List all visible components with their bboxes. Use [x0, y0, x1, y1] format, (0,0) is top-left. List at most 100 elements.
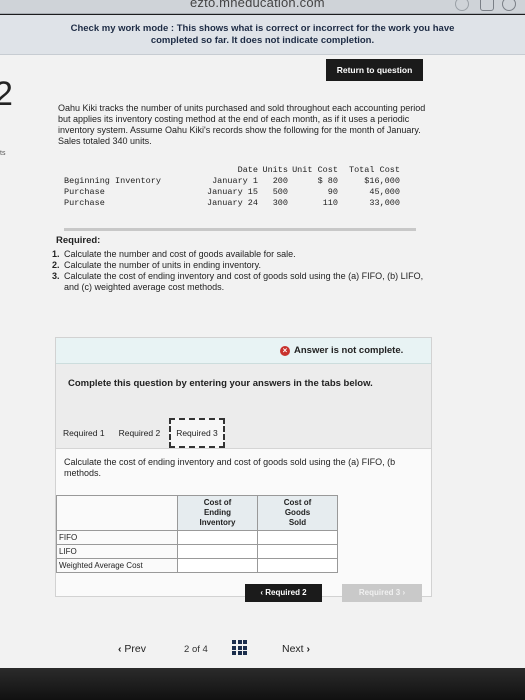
- previous-required-label: Required 2: [265, 588, 307, 597]
- banner-line-1: Check my work mode : This shows what is …: [70, 23, 455, 34]
- fifo-ending-inventory-input[interactable]: [177, 530, 258, 545]
- header-line: Cost of: [203, 498, 232, 507]
- item-text: Calculate the number of units in ending …: [64, 260, 261, 270]
- inventory-data-table: Date Units Unit Cost Total Cost Beginnin…: [64, 165, 414, 209]
- weighted-ending-inventory-input[interactable]: [177, 558, 258, 573]
- tab-required-1[interactable]: Required 1: [58, 420, 110, 446]
- problem-text: Oahu Kiki tracks the number of units pur…: [58, 103, 426, 146]
- device-bezel: [0, 668, 525, 700]
- page-current: 2: [184, 644, 190, 655]
- cost-table-header: Cost of Ending Inventory Cost of Goods S…: [56, 495, 338, 531]
- chevron-left-icon: ‹: [118, 643, 122, 655]
- header-cell: [64, 165, 192, 176]
- chevron-right-icon: ›: [306, 643, 311, 655]
- header-unit-cost: Unit Cost: [292, 165, 338, 175]
- item-number: 1.: [52, 249, 60, 259]
- header-date: Date: [237, 165, 258, 175]
- table-row: Beginning Inventory January 1 200 $ 80 $…: [64, 176, 414, 187]
- tab-instruction: Calculate the cost of ending inventory a…: [64, 457, 424, 479]
- table-row: Weighted Average Cost: [56, 558, 338, 573]
- table-row: FIFO: [56, 530, 338, 545]
- tab-content: Calculate the cost of ending inventory a…: [56, 448, 431, 596]
- chevron-left-icon: ‹: [260, 588, 264, 597]
- list-item: 1. Calculate the number and cost of good…: [52, 249, 432, 260]
- header-blank: [56, 495, 178, 531]
- header-units: Units: [262, 165, 288, 175]
- row-units: 200: [272, 176, 288, 186]
- header-line: Inventory: [199, 518, 236, 527]
- row-total-cost: $16,000: [364, 176, 400, 186]
- next-button[interactable]: Next ›: [282, 643, 310, 655]
- header-line: Ending: [203, 508, 232, 517]
- table-row: Purchase January 24 300 110 33,000: [64, 198, 414, 209]
- item-number: 3.: [52, 271, 60, 281]
- compass-icon[interactable]: [502, 0, 516, 11]
- header-ending-inventory: Cost of Ending Inventory: [177, 495, 258, 531]
- answer-status-message: Answer is not complete.: [294, 345, 404, 356]
- header-cogs: Cost of Goods Sold: [257, 495, 338, 531]
- table-row: LIFO: [56, 544, 338, 559]
- page-indicator: 2 of 4: [184, 644, 208, 655]
- weighted-cogs-input[interactable]: [257, 558, 338, 573]
- next-required-label: Required 3: [358, 588, 401, 597]
- row-label-weighted-average: Weighted Average Cost: [56, 558, 178, 573]
- page-of: of: [191, 644, 200, 655]
- refresh-icon[interactable]: [455, 0, 469, 11]
- prev-label: Prev: [124, 643, 147, 655]
- tab-instruction-line-2: methods.: [64, 468, 102, 478]
- row-unit-cost: $ 80: [317, 176, 338, 186]
- row-label: Purchase: [64, 187, 105, 197]
- row-label: Purchase: [64, 198, 105, 208]
- table-row: Purchase January 15 500 90 45,000: [64, 187, 414, 198]
- row-units: 300: [272, 198, 288, 208]
- share-icon[interactable]: [480, 0, 494, 11]
- page-total: 4: [202, 644, 208, 655]
- tab-instruction-line-1: Calculate the cost of ending inventory a…: [64, 457, 396, 467]
- item-text: Calculate the number and cost of goods a…: [64, 249, 296, 259]
- row-date: January 24: [206, 198, 258, 208]
- fifo-cogs-input[interactable]: [257, 530, 338, 545]
- header-line: Cost of: [283, 498, 312, 507]
- instruction-text: Complete this question by entering your …: [68, 378, 373, 389]
- answer-status-bar: × Answer is not complete.: [56, 338, 431, 364]
- answer-panel: × Answer is not complete. Complete this …: [55, 337, 432, 597]
- row-label: Beginning Inventory: [64, 176, 161, 186]
- error-x-icon: ×: [280, 346, 290, 356]
- row-label-lifo: LIFO: [56, 544, 178, 559]
- side-fragment: ts: [0, 150, 6, 157]
- data-table-header: Date Units Unit Cost Total Cost: [64, 165, 414, 176]
- cost-answer-table: Cost of Ending Inventory Cost of Goods S…: [56, 495, 338, 573]
- browser-toolbar: ezto.mheducation.com: [0, 0, 525, 14]
- row-date: January 1: [212, 176, 258, 186]
- chevron-right-icon: ›: [402, 588, 406, 597]
- header-total-cost: Total Cost: [348, 165, 400, 175]
- table-divider: [64, 228, 416, 231]
- row-unit-cost: 110: [322, 198, 338, 208]
- item-text: Calculate the cost of ending inventory a…: [64, 271, 424, 292]
- row-label-fifo: FIFO: [56, 530, 178, 545]
- row-units: 500: [272, 187, 288, 197]
- previous-required-button[interactable]: ‹ Required 2: [245, 584, 322, 602]
- lifo-ending-inventory-input[interactable]: [177, 544, 258, 559]
- item-number: 2.: [52, 260, 60, 270]
- banner-line-2: completed so far. It does not indicate c…: [150, 35, 375, 46]
- next-required-button[interactable]: Required 3 ›: [342, 584, 422, 602]
- question-grid-icon[interactable]: [232, 640, 247, 655]
- check-my-work-banner: Check my work mode : This shows what is …: [0, 15, 525, 55]
- row-unit-cost: 90: [327, 187, 338, 197]
- list-item: 3. Calculate the cost of ending inventor…: [52, 271, 432, 293]
- next-label: Next: [282, 643, 304, 655]
- row-date: January 15: [206, 187, 258, 197]
- tab-required-2[interactable]: Required 2: [114, 420, 166, 446]
- lifo-cogs-input[interactable]: [257, 544, 338, 559]
- row-total-cost: 33,000: [369, 198, 400, 208]
- question-number: 2: [0, 75, 13, 113]
- return-to-question-button[interactable]: Return to question: [326, 59, 423, 81]
- header-line: Goods: [284, 508, 311, 517]
- required-heading: Required:: [56, 235, 101, 246]
- tab-required-3[interactable]: Required 3: [169, 418, 225, 448]
- header-line: Sold: [288, 518, 307, 527]
- address-bar[interactable]: ezto.mheducation.com: [190, 0, 325, 10]
- prev-button[interactable]: ‹ Prev: [118, 643, 146, 655]
- tab-bar: Required 1 Required 2 Required 3: [58, 418, 229, 448]
